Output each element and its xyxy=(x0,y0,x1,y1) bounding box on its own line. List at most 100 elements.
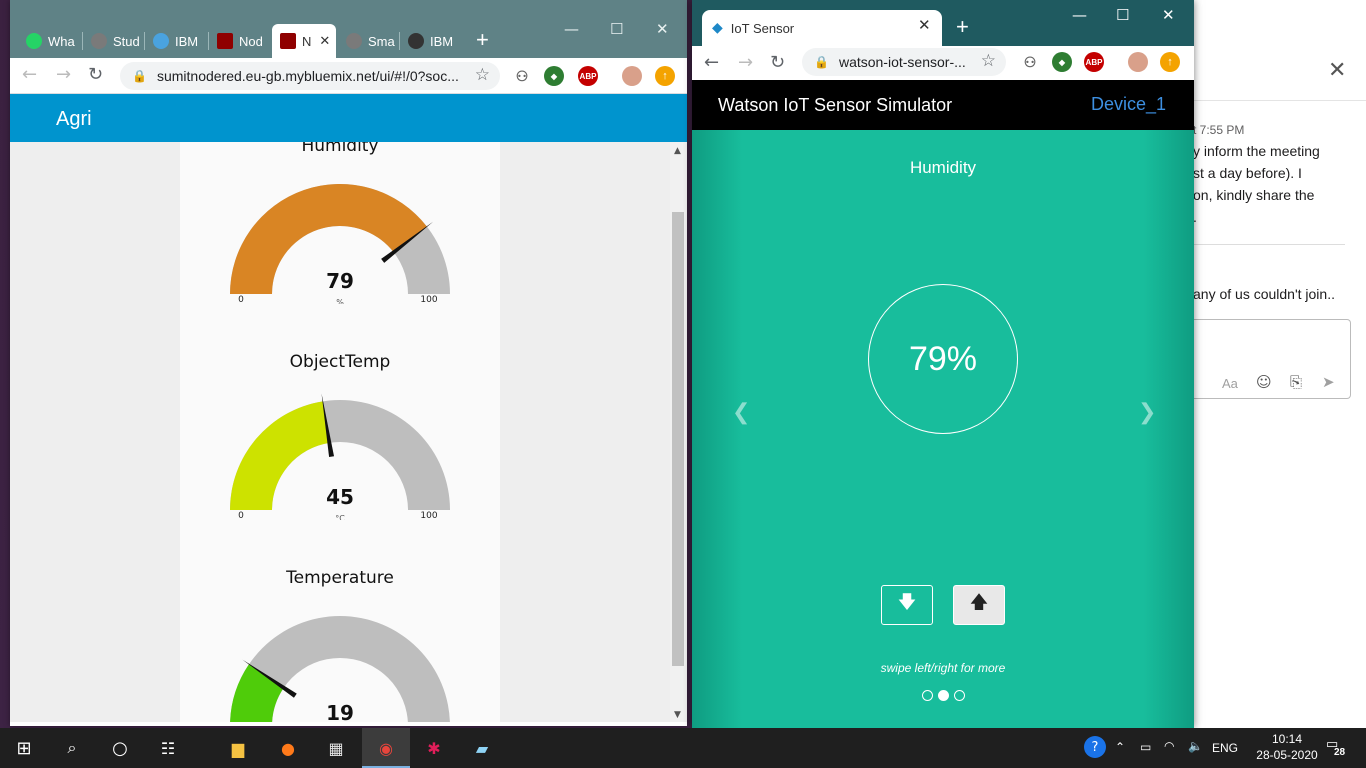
tab-smart[interactable]: Sma xyxy=(338,24,398,58)
browser-window-dashboard: Wha Stud IBM Nod N ✕ Sma IBM + — ☐ ✕ ← →… xyxy=(10,0,687,726)
update-icon[interactable]: ↑ xyxy=(655,66,675,86)
adblock-icon[interactable]: ABP xyxy=(578,66,598,86)
carousel-prev-icon[interactable]: ❮ xyxy=(732,400,750,425)
update-icon[interactable]: ↑ xyxy=(1160,52,1180,72)
scroll-up-icon[interactable]: ▲ xyxy=(674,146,681,156)
decrease-button[interactable]: 🡇 xyxy=(881,585,933,625)
search-icon[interactable]: ⌕ xyxy=(60,736,84,760)
tab-study[interactable]: Stud xyxy=(83,24,143,58)
gauge-group-card: Humidity 79 % 0 100 ObjectTemp 45 °C 0 1… xyxy=(180,142,500,722)
windows-start-icon[interactable]: ⊞ xyxy=(12,736,36,760)
minimize-icon[interactable]: — xyxy=(1072,6,1087,24)
tab-close-icon[interactable]: ✕ xyxy=(918,16,931,34)
emoji-icon[interactable]: ☺ xyxy=(1256,373,1272,391)
task-view-icon[interactable]: ☷ xyxy=(156,736,180,760)
help-tray-icon[interactable]: ? xyxy=(1084,736,1106,758)
adblock-icon[interactable]: ABP xyxy=(1084,52,1104,72)
device-link[interactable]: Device_1 xyxy=(1091,94,1166,115)
simulator-header: Watson IoT Sensor Simulator Device_1 xyxy=(692,80,1194,130)
gauge-max: 100 xyxy=(420,295,437,304)
firefox-icon[interactable]: ● xyxy=(276,736,300,760)
extension-icon[interactable]: ⚇ xyxy=(512,66,532,86)
carousel-dot[interactable] xyxy=(922,690,933,701)
format-icon[interactable]: Aa xyxy=(1222,376,1238,391)
sensor-carousel: Humidity ❮ 79% ❯ 🡇 🡅 swipe left/right fo… xyxy=(692,130,1194,728)
extension-icon[interactable]: ⚇ xyxy=(1020,52,1040,72)
profile-avatar[interactable] xyxy=(622,66,642,86)
file-explorer-icon[interactable]: ▆ xyxy=(226,736,250,760)
message-timestamp: t 7:55 PM xyxy=(1193,123,1245,137)
gauge-max: 100 xyxy=(420,511,437,520)
arrow-up-icon: 🡅 xyxy=(969,592,989,613)
url-text: sumitnodered.eu-gb.mybluemix.net/ui/#!/0… xyxy=(156,68,459,84)
maximize-icon[interactable]: ☐ xyxy=(1116,6,1129,24)
chrome-icon[interactable]: ◉ xyxy=(374,736,398,760)
slack-icon[interactable]: ✱ xyxy=(422,736,446,760)
store-icon[interactable]: ▦ xyxy=(324,736,348,760)
carousel-dot[interactable] xyxy=(938,690,949,701)
gauge-unit: % xyxy=(336,298,344,304)
carousel-next-icon[interactable]: ❯ xyxy=(1138,400,1156,425)
tab-label: Wha xyxy=(48,33,75,49)
minimize-icon[interactable]: — xyxy=(564,20,579,38)
scroll-down-icon[interactable]: ▼ xyxy=(674,710,681,720)
tab-label: IBM xyxy=(430,33,454,49)
close-icon[interactable]: ✕ xyxy=(1162,6,1175,24)
gauge-min: 0 xyxy=(238,511,244,520)
notes-app-icon[interactable]: ▰ xyxy=(470,736,494,760)
back-icon[interactable]: ← xyxy=(704,52,719,73)
objecttemp-gauge: 45 °C 0 100 xyxy=(230,393,450,520)
thread-close-icon[interactable]: ✕ xyxy=(1328,58,1346,83)
language-indicator[interactable]: ENG xyxy=(1212,741,1238,755)
arrow-down-icon: 🡇 xyxy=(897,592,917,613)
forward-icon[interactable]: → xyxy=(56,64,71,85)
scrollbar-thumb[interactable] xyxy=(672,212,684,666)
tab-label: IBM xyxy=(175,33,199,49)
reload-icon[interactable]: ↻ xyxy=(88,64,103,85)
lock-icon: 🔒 xyxy=(814,55,829,69)
gauge-title: Humidity xyxy=(301,142,379,156)
tab-iot-sensor[interactable]: ◆ IoT Sensor xyxy=(702,10,942,46)
wifi-icon[interactable]: ◠ xyxy=(1164,739,1174,753)
maximize-icon[interactable]: ☐ xyxy=(610,20,623,38)
new-tab-button[interactable]: + xyxy=(956,14,969,40)
forward-icon[interactable]: → xyxy=(738,52,753,73)
nodered-icon xyxy=(280,33,296,49)
tab-nodered[interactable]: Nod xyxy=(209,24,271,58)
tray-chevron-icon[interactable]: ⌃ xyxy=(1115,740,1125,754)
volume-icon[interactable]: 🔈 xyxy=(1188,739,1203,753)
cortana-icon[interactable]: ○ xyxy=(108,736,132,760)
gauge-value: 45 xyxy=(326,485,354,509)
tab-whatsapp[interactable]: Wha xyxy=(18,24,80,58)
clock-date[interactable]: 28-05-2020 xyxy=(1250,748,1324,762)
tab-ibm-2[interactable]: IBM xyxy=(400,24,460,58)
profile-avatar[interactable] xyxy=(1128,52,1148,72)
sensor-name: Humidity xyxy=(909,158,977,177)
taskbar: ⊞ ⌕ ○ ☷ ▆ ● ▦ ◉ ✱ ▰ ? ⌃ ▭ ◠ 🔈 ENG 10:14 … xyxy=(0,728,1366,768)
dashboard-body: Humidity 79 % 0 100 ObjectTemp 45 °C 0 1… xyxy=(10,142,670,722)
gauge-min: 0 xyxy=(238,295,244,304)
tab-strip: Wha Stud IBM Nod N ✕ Sma IBM + — ☐ ✕ xyxy=(10,0,687,58)
back-icon[interactable]: ← xyxy=(22,64,37,85)
address-bar[interactable]: 🔒 watson-iot-sensor-... ☆ xyxy=(802,48,1006,76)
address-bar[interactable]: 🔒 sumitnodered.eu-gb.mybluemix.net/ui/#!… xyxy=(120,62,500,90)
bookmark-star-icon[interactable]: ☆ xyxy=(981,51,996,71)
tab-label: IoT Sensor xyxy=(730,20,795,36)
tab-ibm[interactable]: IBM xyxy=(145,24,207,58)
tab-nodered-dashboard-active[interactable]: N ✕ xyxy=(272,24,336,58)
close-icon[interactable]: ✕ xyxy=(656,20,669,38)
carousel-dot[interactable] xyxy=(954,690,965,701)
reload-icon[interactable]: ↻ xyxy=(770,52,785,73)
gauge-title: ObjectTemp xyxy=(289,352,391,372)
tab-close-icon[interactable]: ✕ xyxy=(319,34,330,49)
extension-icon[interactable]: ◆ xyxy=(1052,52,1072,72)
battery-icon[interactable]: ▭ xyxy=(1140,740,1151,754)
new-tab-button[interactable]: + xyxy=(476,27,489,53)
clock-time[interactable]: 10:14 xyxy=(1264,732,1310,746)
attach-icon[interactable]: ⎘ xyxy=(1290,373,1302,391)
send-icon[interactable]: ➤ xyxy=(1322,373,1335,391)
url-text: watson-iot-sensor-... xyxy=(838,54,966,70)
bookmark-star-icon[interactable]: ☆ xyxy=(475,65,490,85)
increase-button[interactable]: 🡅 xyxy=(953,585,1005,625)
extension-icon[interactable]: ◆ xyxy=(544,66,564,86)
